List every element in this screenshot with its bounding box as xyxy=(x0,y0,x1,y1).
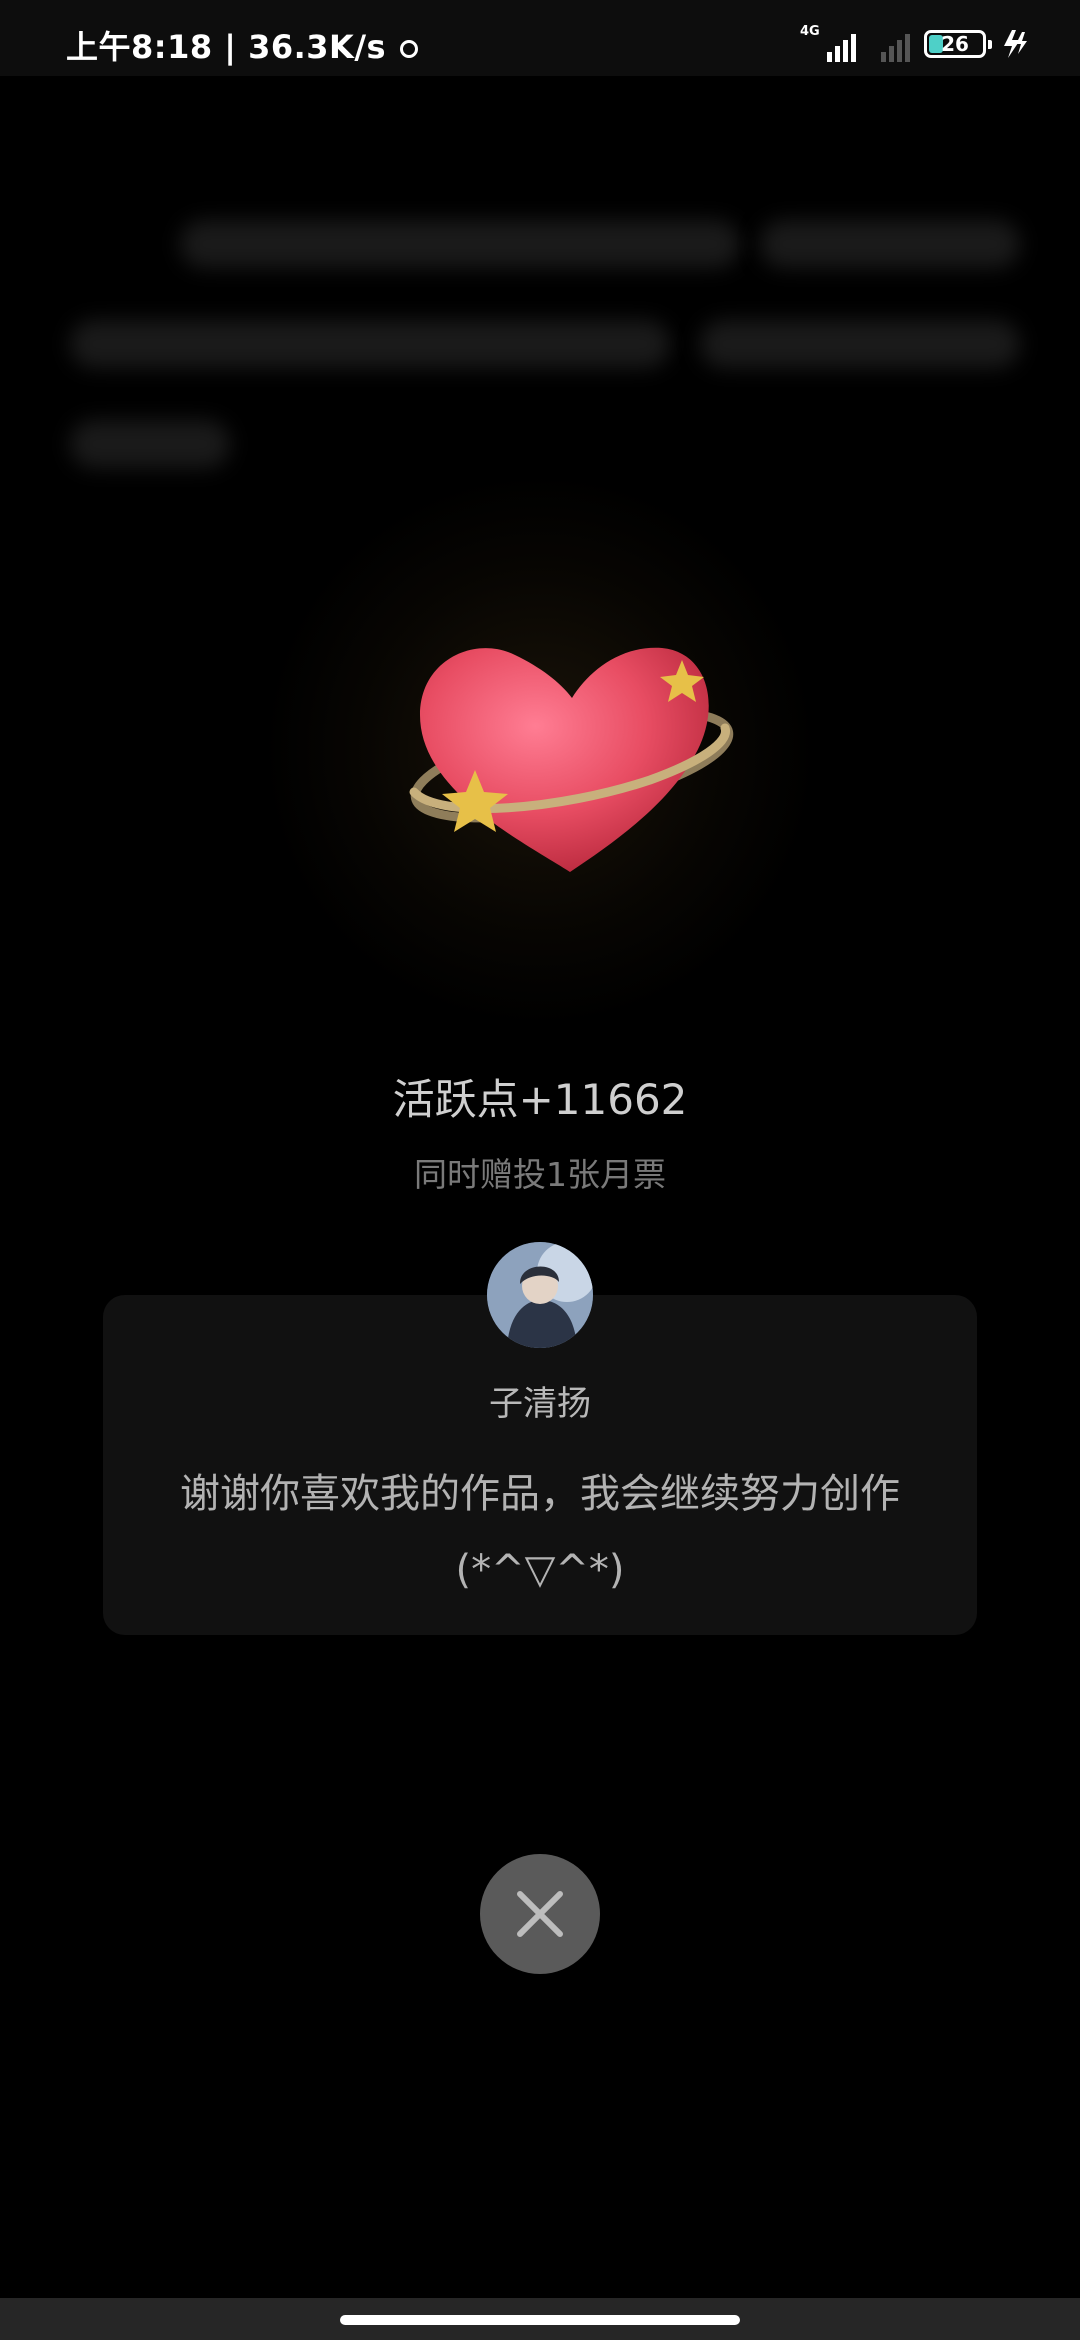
charging-icon xyxy=(1004,30,1027,58)
notification-dot-icon xyxy=(400,40,419,58)
heart-with-stars-icon xyxy=(409,647,734,872)
author-name: 子清扬 xyxy=(489,1384,591,1424)
background-article-blurred xyxy=(0,70,1080,490)
close-icon xyxy=(517,1891,563,1937)
time-speed-text: 上午8:18 | 36.3K/s xyxy=(66,28,387,66)
cellular-signal-2-icon xyxy=(870,26,910,62)
network-type: 4G xyxy=(800,24,820,39)
reward-title: 活跃点+11662 xyxy=(392,1075,688,1124)
reward-subtitle: 同时赠投1张月票 xyxy=(414,1155,666,1194)
status-time: 上午8:18 | 36.3K/s xyxy=(66,22,419,68)
home-indicator[interactable] xyxy=(340,2315,740,2325)
author-avatar[interactable] xyxy=(487,1242,593,1348)
status-bar: 上午8:18 | 36.3K/s 4G 26 xyxy=(0,0,1080,76)
cellular-signal-icon: 4G xyxy=(800,24,856,62)
close-button[interactable] xyxy=(480,1854,600,1974)
author-message: 谢谢你喜欢我的作品，我会继续努力创作(*^▽^*) xyxy=(180,1471,900,1593)
battery-icon: 26 xyxy=(924,30,992,58)
status-icons: 4G 26 xyxy=(800,24,1030,64)
battery-level: 26 xyxy=(941,32,969,56)
